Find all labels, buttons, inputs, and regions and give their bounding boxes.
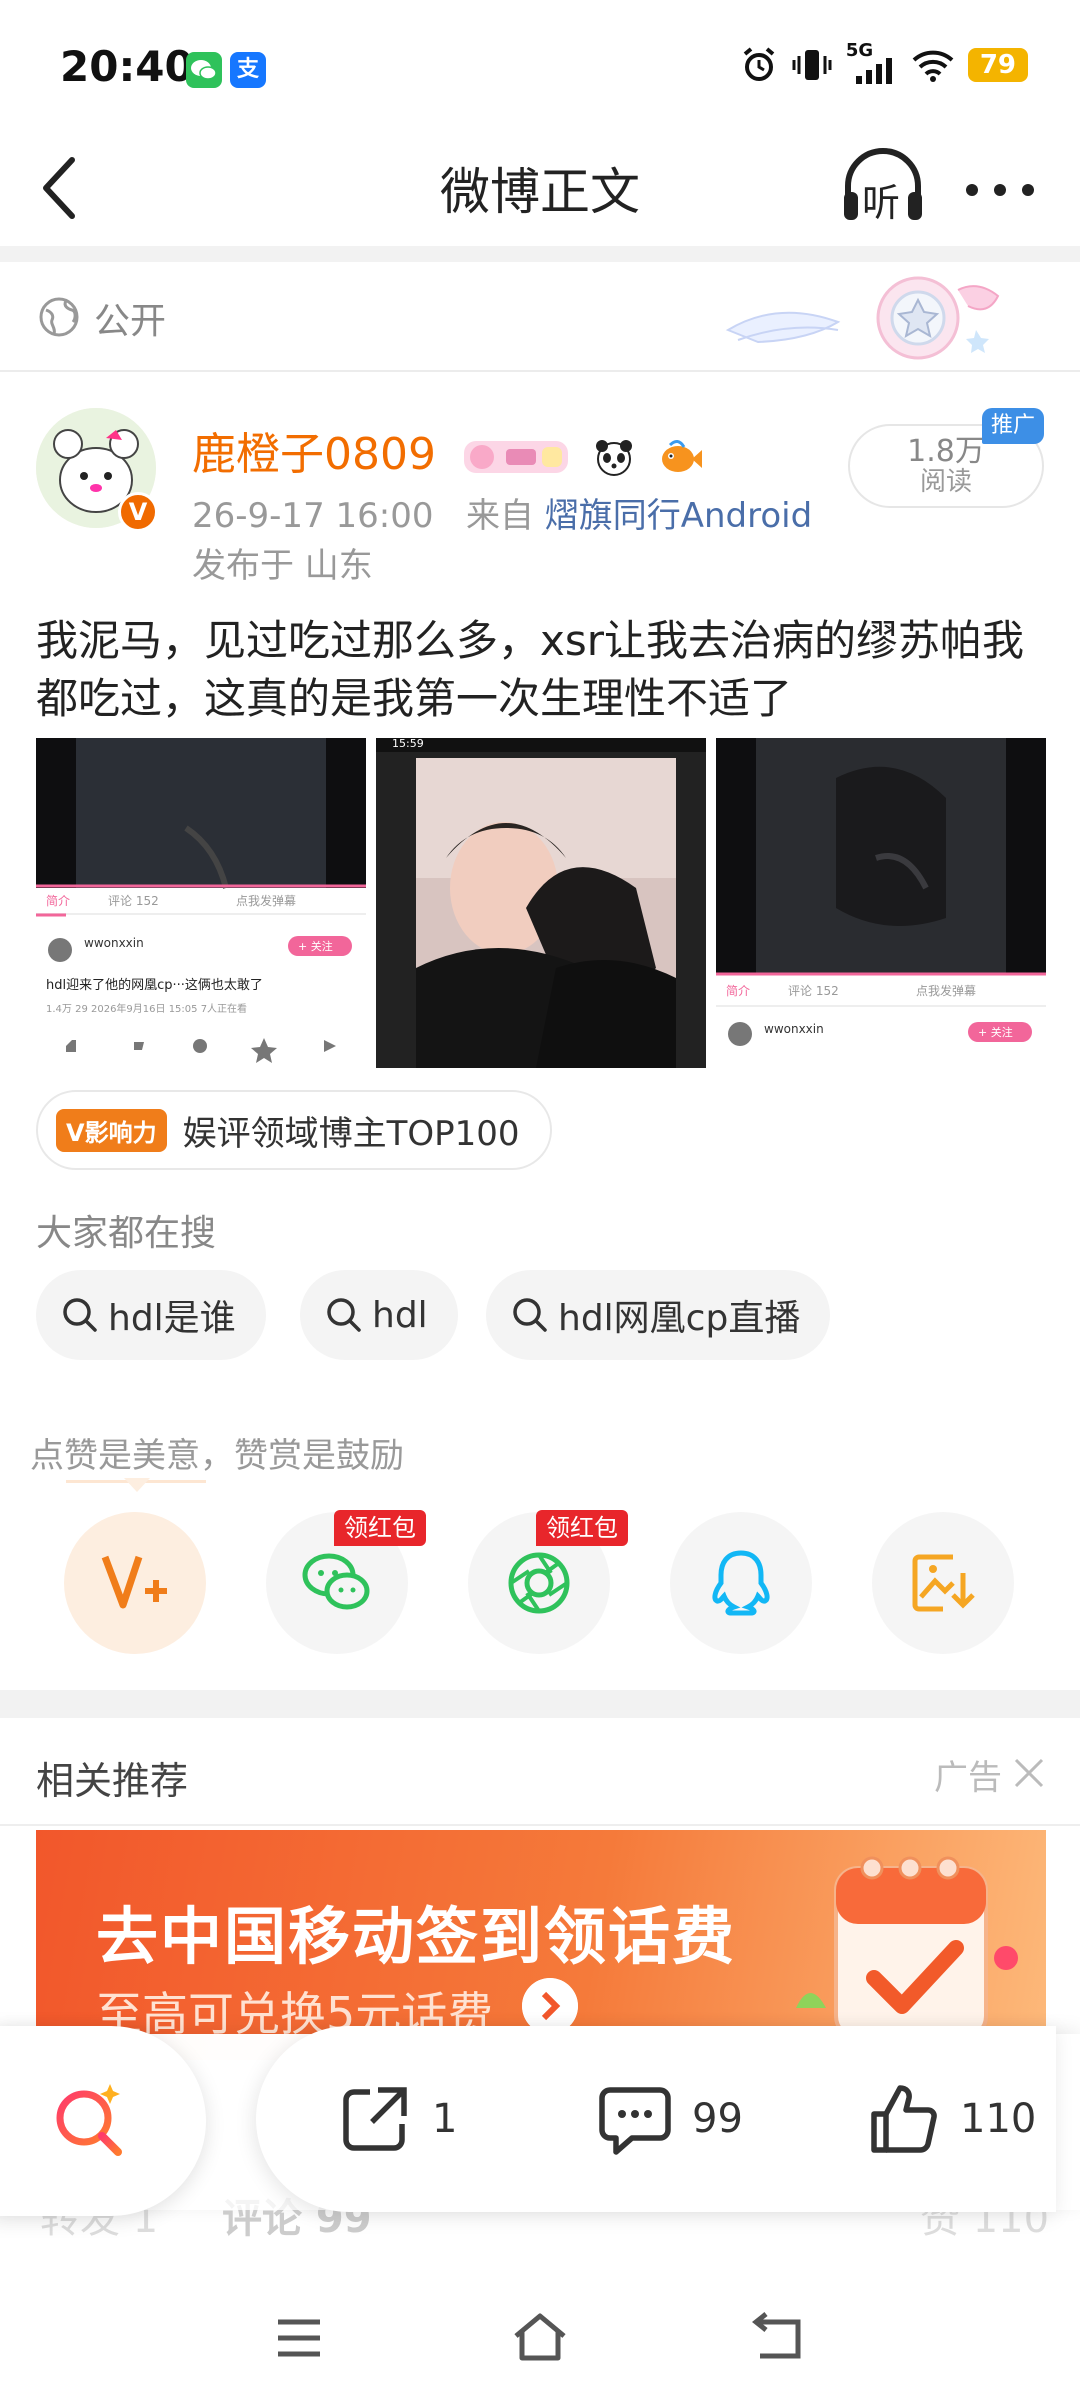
network-indicator: 5G [846,40,898,84]
back-system-icon[interactable] [752,2312,808,2362]
search-chip-3[interactable]: hdl网凰cp直播 [486,1270,831,1360]
divider [0,1824,1080,1826]
qq-share-button[interactable] [670,1512,812,1654]
top-nav-bar: 微博正文 听 [0,130,1080,248]
alipay-icon: 支 [230,52,266,88]
search-icon [63,1298,97,1332]
trending-search-title: 大家都在搜 [36,1213,217,1254]
ad-headline: 去中国移动签到领话费 [96,1900,737,1973]
thumbs-up-icon [871,2085,937,2153]
listen-button[interactable]: 听 [838,148,928,228]
post-image-3[interactable]: 简介 评论 152 点我发弹幕 wwonxxin + 关注 [716,738,1046,1068]
home-icon[interactable] [510,2310,570,2364]
image-3-tab-intro: 简介 [726,984,751,998]
image-3-user: wwonxxin [764,1022,824,1036]
red-packet-badge: 领红包 [334,1510,426,1546]
image-1-user: wwonxxin [84,936,144,950]
post-location: 发布于 山东 [192,546,373,586]
image-1-tab-comments: 评论 152 [108,894,159,908]
source-link[interactable]: 熠旗同行Android [545,496,812,536]
image-3-danmu: 点我发弹幕 [916,984,977,998]
tip-button[interactable] [64,1512,206,1654]
search-icon [327,1298,361,1332]
image-1-caption: hdl迎来了他的网凰cp···这俩也太敢了 [46,978,263,993]
search-fab[interactable] [0,2026,206,2216]
menu-icon[interactable] [274,2316,324,2360]
influence-text: 娱评领域博主TOP100 [182,1113,520,1154]
influence-badge: V影响力 [56,1108,167,1152]
v-plus-icon [101,1555,167,1609]
panda-icon [595,440,632,476]
related-recommend-title: 相关推荐 [36,1759,189,1803]
calendar-illustration [796,1856,1018,2040]
visibility-label: 公开 [94,301,167,342]
wechat-share-icon [302,1553,370,1610]
post-image-1[interactable]: 简介 评论 152 点我发弹幕 wwonxxin + 关注 hdl迎来了他的网凰… [36,738,366,1068]
system-nav-bar [0,2280,1080,2400]
search-chip-2[interactable]: hdl [300,1270,458,1360]
image-3-tab-comments: 评论 152 [788,984,839,998]
divider [0,246,1080,262]
comment-count: 99 [692,2096,743,2142]
post-meta: 26-9-17 16:00 来自 熠旗同行Android [192,496,813,536]
appreciate-text: 点赞是美意，赞赏是鼓励 [30,1436,404,1476]
divider [0,1690,1080,1718]
red-packet-badge: 领红包 [536,1510,628,1546]
like-button[interactable]: 110 [864,2080,1036,2158]
moments-share-icon [508,1552,570,1614]
post-text: 我泥马，见过吃过那么多，xsr让我去治病的缪苏帕我都吃过，这真的是我第一次生理性… [36,616,1025,723]
wifi-icon [912,50,954,82]
image-2-time: 15:59 [392,738,424,750]
more-options-icon[interactable] [960,160,1040,220]
image-1-danmu: 点我发弹幕 [236,894,297,908]
comment-icon [599,2087,671,2155]
repost-count: 1 [432,2096,458,2142]
qq-share-icon [712,1550,770,1616]
image-1-stats: 1.4万 29 2026年9月16日 15:05 7人正在看 [46,1004,248,1015]
username[interactable]: 鹿橙子0809 [192,418,704,482]
search-icon [513,1298,547,1332]
weibo-post-page: 20:40 支 5G 79 微博正文 听 公开 V 鹿橙子0809 26-9-1… [0,0,1080,2400]
globe-icon [39,297,79,337]
battery-indicator: 79 [967,48,1028,82]
image-3-follow: + 关注 [978,1026,1013,1039]
save-image-icon [912,1554,975,1612]
ad-label: 广告 [934,1758,1002,1798]
influence-tag[interactable]: V影响力 娱评领域博主TOP100 [36,1090,552,1170]
pointer-triangle-icon [124,1478,150,1492]
decorative-wings-sticker [725,276,1000,360]
vibrate-icon [792,50,832,80]
save-image-button[interactable] [872,1512,1014,1654]
wechat-icon [186,52,222,88]
like-count: 110 [960,2096,1037,2142]
fish-icon [661,440,702,472]
ai-search-icon [56,2084,122,2156]
post-image-2[interactable]: 15:59 [376,738,706,1068]
close-icon[interactable] [1012,1756,1046,1790]
visibility-row: 公开 [0,262,1080,372]
repost-button[interactable]: 1 [336,2080,457,2158]
status-icons: 5G 79 [740,40,1028,84]
status-time: 20:40 [60,42,194,91]
image-1-follow: + 关注 [298,940,333,953]
search-chip-1[interactable]: hdl是谁 [36,1270,266,1360]
membership-badge-icon [463,441,568,473]
status-bar: 20:40 支 5G 79 [0,0,1080,130]
image-1-tab-intro: 简介 [46,894,71,908]
comment-button[interactable]: 99 [596,2080,743,2158]
repost-icon [343,2087,407,2151]
verified-badge: V [118,492,158,532]
promote-tag[interactable]: 推广 [982,408,1044,444]
alarm-icon [743,47,775,81]
